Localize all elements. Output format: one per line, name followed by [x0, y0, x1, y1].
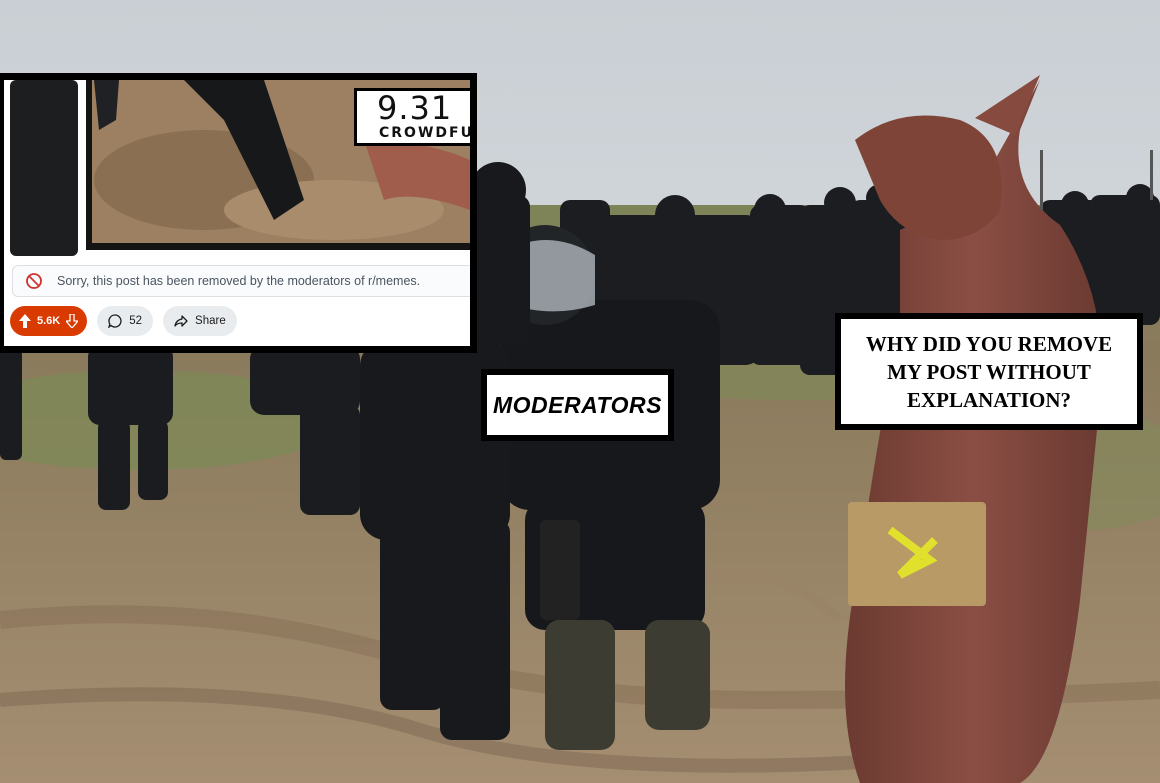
- blocked-icon: [26, 273, 42, 289]
- question-line-3: EXPLANATION?: [906, 387, 1072, 412]
- question-caption: WHY DID YOU REMOVE MY POST WITHOUT EXPLA…: [835, 313, 1143, 430]
- comments-button[interactable]: 52: [97, 306, 154, 336]
- counter-number: 9.31: [377, 89, 453, 127]
- vote-control[interactable]: 5.6K: [10, 306, 88, 336]
- share-icon: [174, 315, 188, 327]
- share-label: Share: [195, 315, 226, 327]
- downvote-icon[interactable]: [66, 314, 79, 328]
- moderators-caption-text: MODERATORS: [487, 375, 668, 435]
- upvote-icon[interactable]: [19, 314, 31, 328]
- counter-label: CROWDFU: [379, 125, 474, 141]
- share-button[interactable]: Share: [163, 306, 237, 336]
- removed-post-screenshot: 9.31 CROWDFU Sorry, this post has been r…: [0, 73, 477, 353]
- question-line-1: WHY DID YOU REMOVE: [865, 331, 1113, 356]
- post-image-preview: 9.31 CROWDFU: [4, 80, 470, 256]
- comment-count: 52: [129, 315, 143, 327]
- removed-notice: Sorry, this post has been removed by the…: [12, 265, 470, 297]
- vote-count: 5.6K: [37, 315, 61, 327]
- removed-notice-text: Sorry, this post has been removed by the…: [57, 274, 421, 288]
- question-line-2: MY POST WITHOUT: [887, 359, 1091, 384]
- moderators-caption: MODERATORS: [481, 369, 674, 441]
- crowdfund-counter: 9.31 CROWDFU: [354, 88, 474, 146]
- question-caption-text: WHY DID YOU REMOVE MY POST WITHOUT EXPLA…: [841, 319, 1137, 424]
- comment-icon: [108, 314, 122, 328]
- post-actions: 5.6K 52 Share: [10, 306, 237, 336]
